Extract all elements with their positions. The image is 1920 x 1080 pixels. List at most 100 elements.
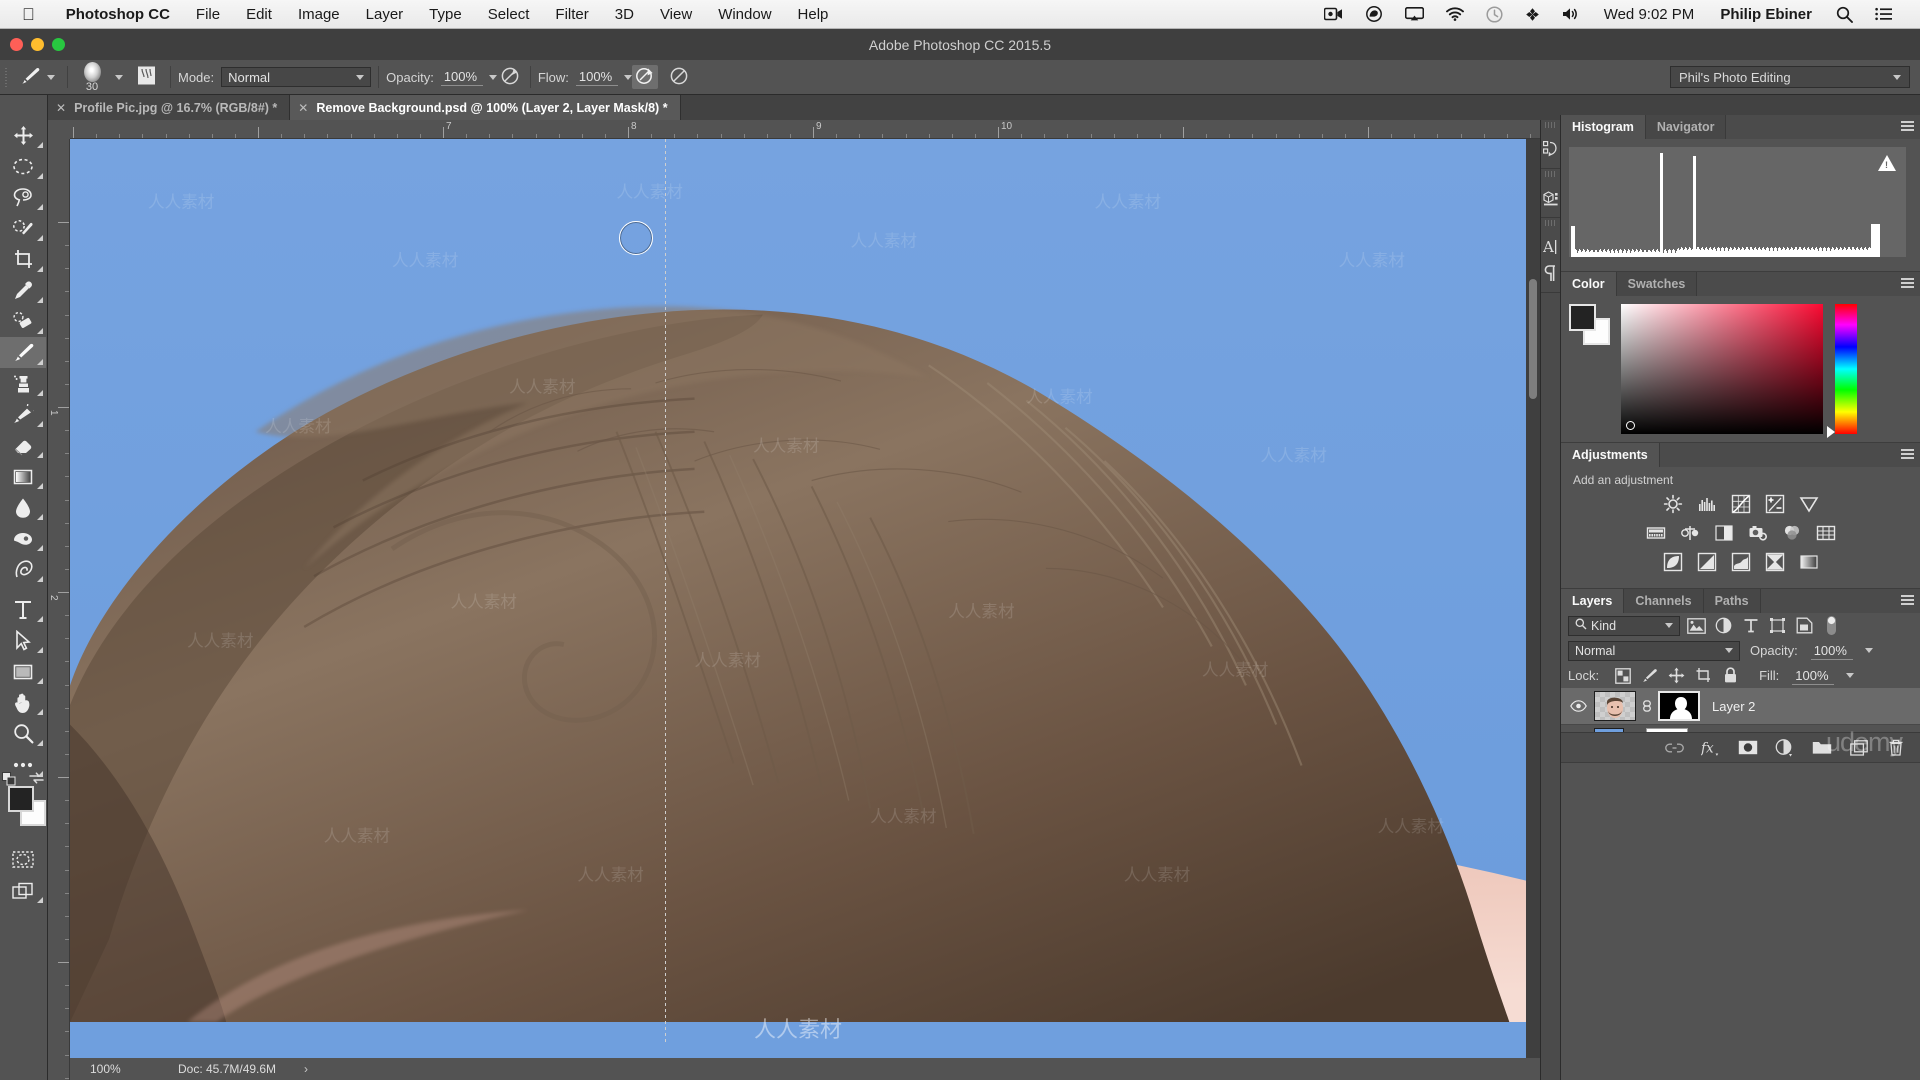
rail-grip[interactable] (1545, 122, 1556, 128)
filter-type-icon[interactable] (1740, 616, 1761, 635)
eyedropper-tool[interactable] (0, 275, 46, 306)
opacity-chevron-icon[interactable] (488, 74, 497, 80)
vibrance-icon[interactable] (1798, 493, 1819, 514)
menu-3d[interactable]: 3D (602, 6, 647, 23)
foreground-color-swatch[interactable] (8, 786, 34, 812)
menu-layer[interactable]: Layer (353, 6, 417, 23)
artboard[interactable]: 人人素材 人人素材 人人素材 人人素材 人人素材 人人素材 人人素材 人人素材 人人素材… (70, 139, 1526, 1058)
flow-input[interactable]: 100% (575, 68, 618, 86)
layer-filter-kind-select[interactable]: Kind (1568, 615, 1680, 636)
foreground-color-swatch[interactable] (1569, 304, 1596, 331)
tab-histogram[interactable]: Histogram (1561, 115, 1646, 139)
rail-group-type[interactable]: A (1541, 228, 1560, 293)
type-tool[interactable] (0, 594, 46, 625)
layer-row-layer-2[interactable]: Layer 2 (1561, 688, 1920, 725)
hue-slider[interactable] (1827, 304, 1857, 438)
lock-image-pixels-icon[interactable] (1639, 666, 1660, 685)
wifi-icon[interactable] (1445, 7, 1464, 21)
menu-edit[interactable]: Edit (233, 6, 285, 23)
new-adjustment-layer-icon[interactable] (1775, 738, 1795, 758)
filter-smart-object-icon[interactable] (1794, 616, 1815, 635)
fill-input[interactable]: 100% (1792, 667, 1835, 685)
creative-cloud-icon[interactable] (1365, 6, 1383, 22)
color-balance-icon[interactable] (1679, 522, 1700, 543)
document-tab-remove-background[interactable]: ✕ Remove Background.psd @ 100% (Layer 2,… (290, 95, 681, 120)
color-picker-field[interactable] (1621, 304, 1823, 434)
character-icon[interactable]: A (1541, 234, 1560, 260)
dodge-tool[interactable] (0, 523, 46, 554)
layer-name[interactable]: Layer 2 (1712, 699, 1755, 714)
smoothing-toggle[interactable] (666, 65, 692, 89)
channel-mixer-icon[interactable] (1781, 522, 1802, 543)
apple-logo-icon[interactable]:  (22, 6, 35, 23)
elliptical-marquee-tool[interactable] (0, 151, 46, 182)
invert-icon[interactable] (1662, 551, 1683, 572)
vertical-ruler[interactable]: 12 (48, 139, 70, 1080)
chevron-right-icon[interactable]: › (304, 1062, 308, 1076)
airbrush-toggle[interactable] (631, 65, 658, 89)
menu-image[interactable]: Image (285, 6, 353, 23)
pressure-opacity-toggle[interactable] (497, 65, 523, 89)
fill-chevron-icon[interactable] (1846, 673, 1855, 678)
current-tool-preset[interactable] (14, 60, 60, 94)
lock-position-icon[interactable] (1666, 666, 1687, 685)
crop-tool[interactable] (0, 244, 46, 275)
tab-color[interactable]: Color (1561, 272, 1617, 296)
lock-artboard-icon[interactable] (1693, 666, 1714, 685)
gradient-map-icon[interactable] (1764, 551, 1785, 572)
threshold-icon[interactable] (1730, 551, 1751, 572)
gradient-tool[interactable] (0, 461, 46, 492)
menu-file[interactable]: File (183, 6, 233, 23)
tab-swatches[interactable]: Swatches (1616, 272, 1698, 296)
brush-tool[interactable] (0, 337, 46, 368)
quick-selection-tool[interactable] (0, 213, 46, 244)
flow-chevron-icon[interactable] (623, 74, 632, 80)
list-menu-icon[interactable] (1875, 7, 1893, 21)
panel-menu-icon[interactable] (1901, 449, 1914, 461)
brush-preset-picker[interactable]: 30 (75, 61, 109, 93)
color-lookup-icon[interactable] (1815, 522, 1836, 543)
menubar-clock[interactable]: Wed 9:02 PM (1604, 6, 1695, 23)
vertical-scrollbar[interactable] (1526, 139, 1540, 1058)
lock-transparent-pixels-icon[interactable] (1612, 666, 1633, 685)
rail-group-3d[interactable] (1541, 179, 1560, 218)
rail-grip[interactable] (1545, 171, 1556, 177)
dropbox-icon[interactable] (1525, 7, 1540, 22)
menu-window[interactable]: Window (705, 6, 784, 23)
search-icon[interactable] (1836, 6, 1853, 23)
filter-adjustment-icon[interactable] (1713, 616, 1734, 635)
airplay-icon[interactable] (1404, 7, 1424, 21)
3d-icon[interactable] (1541, 185, 1560, 211)
filter-pixel-icon[interactable] (1686, 616, 1707, 635)
layer-thumbnail[interactable] (1594, 691, 1636, 721)
tab-adjustments[interactable]: Adjustments (1561, 443, 1660, 467)
layer-style-fx-icon[interactable]: fx (1701, 738, 1721, 758)
menu-help[interactable]: Help (785, 6, 842, 23)
cached-data-warning-icon[interactable] (1878, 155, 1896, 171)
pen-tool[interactable] (0, 554, 46, 585)
layer-opacity-chevron-icon[interactable] (1864, 648, 1873, 653)
lock-all-icon[interactable] (1720, 666, 1741, 685)
panel-menu-icon[interactable] (1901, 278, 1914, 290)
paragraph-icon[interactable] (1541, 260, 1560, 286)
hand-tool[interactable] (0, 687, 46, 718)
clone-stamp-tool[interactable] (0, 368, 46, 399)
eraser-tool[interactable] (0, 430, 46, 461)
rail-group-actions[interactable] (1541, 130, 1560, 169)
quick-mask-toggle[interactable] (0, 844, 46, 875)
menu-view[interactable]: View (647, 6, 705, 23)
exposure-icon[interactable] (1764, 493, 1785, 514)
move-tool[interactable] (0, 120, 46, 151)
close-icon[interactable]: ✕ (56, 101, 66, 115)
panel-menu-icon[interactable] (1901, 595, 1914, 607)
layer-opacity-input[interactable]: 100% (1810, 642, 1853, 660)
horizontal-ruler[interactable]: 7 8 9 10 (70, 120, 1540, 139)
menu-type[interactable]: Type (416, 6, 475, 23)
zoom-level[interactable]: 100% (70, 1062, 166, 1076)
filter-toggle-switch[interactable] (1821, 616, 1842, 635)
actions-icon[interactable] (1541, 136, 1560, 162)
menu-select[interactable]: Select (475, 6, 543, 23)
blur-tool[interactable] (0, 492, 46, 523)
blend-mode-select[interactable]: Normal (221, 67, 372, 87)
tab-channels[interactable]: Channels (1624, 589, 1704, 613)
